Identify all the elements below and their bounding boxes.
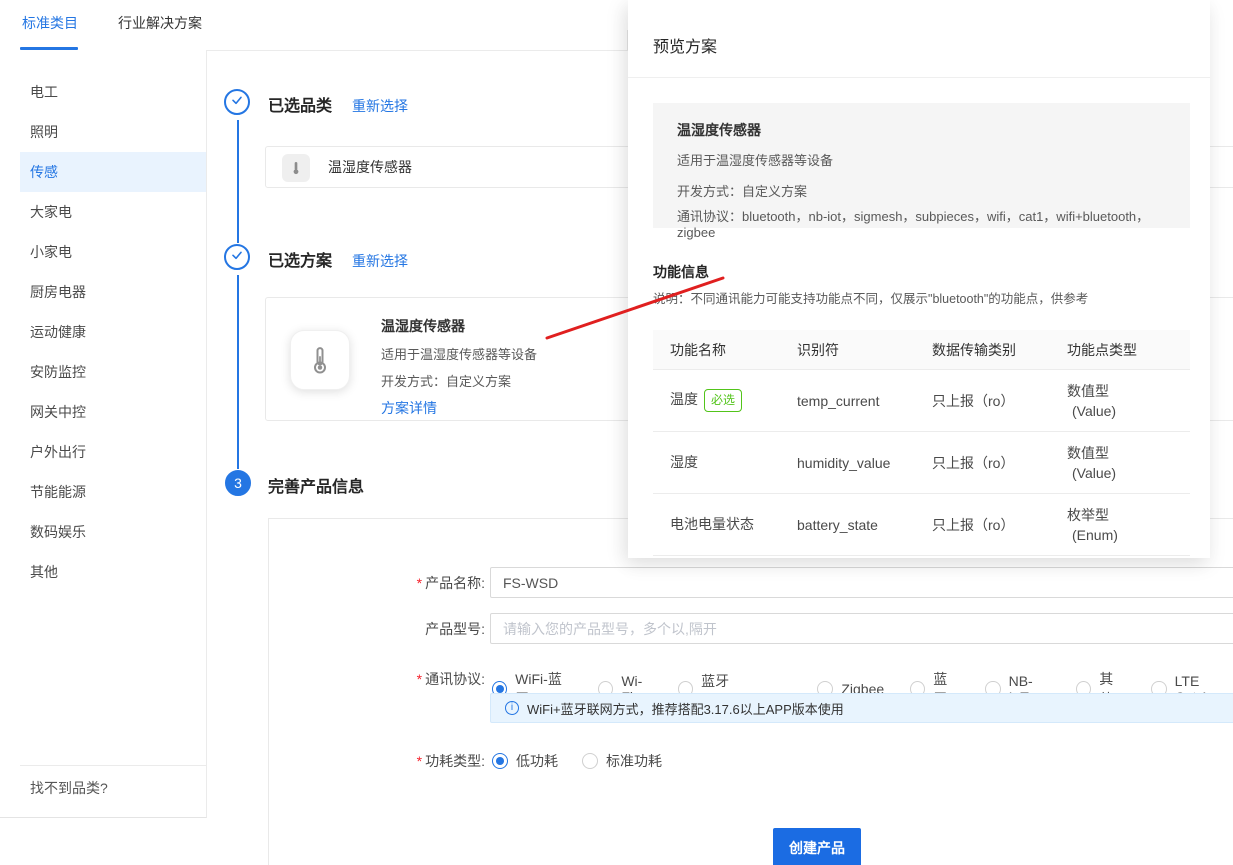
power-type-label: *功耗类型:: [320, 751, 485, 771]
sidebar-item-gateway[interactable]: 网关中控: [0, 392, 206, 432]
step1-title: 已选品类: [268, 92, 332, 116]
info-icon: i: [505, 701, 519, 715]
step2-title: 已选方案: [268, 247, 332, 271]
radio-low-power[interactable]: 低功耗: [492, 751, 558, 771]
radio-selected-icon: [492, 753, 508, 769]
tab-industry-solution[interactable]: 行业解决方案: [118, 13, 202, 33]
product-name-input[interactable]: [490, 567, 1233, 598]
summary-desc: 适用于温湿度传感器等设备: [677, 150, 1166, 169]
protocol-label: *通讯协议:: [320, 669, 485, 689]
sidebar-item-security[interactable]: 安防监控: [0, 352, 206, 392]
drawer-divider: [628, 77, 1210, 78]
protocol-tip-banner: i WiFi+蓝牙联网方式，推荐搭配3.17.6以上APP版本使用: [490, 693, 1233, 723]
solution-detail-link[interactable]: 方案详情: [381, 398, 537, 418]
solution-dev-mode: 开发方式：自定义方案: [381, 371, 537, 390]
solution-name: 温湿度传感器: [381, 316, 537, 336]
sidebar-item-outdoor[interactable]: 户外出行: [0, 432, 206, 472]
preview-drawer: 预览方案 温湿度传感器 适用于温湿度传感器等设备 开发方式：自定义方案 通讯协议…: [628, 0, 1210, 558]
step-connector: [237, 120, 239, 243]
table-row: 电池电量状态 battery_state 只上报（ro） 枚举型(Enum): [653, 494, 1190, 556]
product-model-label: 产品型号:: [320, 619, 485, 639]
step3-number-circle: 3: [225, 470, 251, 496]
function-info-note: 说明：不同通讯能力可能支持功能点不同，仅展示"bluetooth"的功能点，供参…: [653, 288, 1088, 307]
protocol-tip-text: WiFi+蓝牙联网方式，推荐搭配3.17.6以上APP版本使用: [527, 699, 844, 718]
sidebar-item-energy[interactable]: 节能能源: [0, 472, 206, 512]
sidebar-item-digital-entertainment[interactable]: 数码娱乐: [0, 512, 206, 552]
summary-name: 温湿度传感器: [677, 120, 1166, 140]
table-header-row: 功能名称 识别符 数据传输类别 功能点类型: [653, 330, 1190, 370]
sidebar-item-sensor[interactable]: 传感: [20, 152, 206, 192]
summary-dev-mode: 开发方式：自定义方案: [677, 181, 1166, 200]
solution-summary-box: 温湿度传感器 适用于温湿度传感器等设备 开发方式：自定义方案 通讯协议：blue…: [653, 103, 1190, 228]
required-asterisk: *: [417, 753, 422, 769]
thermometer-icon: [282, 154, 310, 182]
selected-category-name: 温湿度传感器: [328, 147, 412, 189]
summary-protocols: 通讯协议：bluetooth，nb-iot，sigmesh，subpieces，…: [677, 206, 1166, 240]
check-icon: [229, 92, 245, 113]
category-not-found-link[interactable]: 找不到品类?: [30, 778, 108, 798]
tab-standard-category[interactable]: 标准类目: [22, 13, 78, 33]
step-connector: [237, 275, 239, 469]
sidebar-item-small-appliance[interactable]: 小家电: [0, 232, 206, 272]
drawer-title: 预览方案: [653, 33, 717, 57]
required-asterisk: *: [417, 671, 422, 687]
sidebar-item-sport-health[interactable]: 运动健康: [0, 312, 206, 352]
solution-desc: 适用于温湿度传感器等设备: [381, 344, 537, 363]
sidebar-footer-divider: [20, 765, 207, 766]
step3-number: 3: [234, 475, 242, 491]
power-type-radio-group: 低功耗 标准功耗: [492, 751, 662, 771]
create-product-button[interactable]: 创建产品: [773, 828, 861, 865]
check-icon: [229, 247, 245, 268]
required-badge: 必选: [704, 389, 742, 412]
sidebar-item-others[interactable]: 其他: [0, 552, 206, 592]
radio-standard-power[interactable]: 标准功耗: [582, 751, 662, 771]
sidebar-item-lighting[interactable]: 照明: [0, 112, 206, 152]
category-sidebar: 电工 照明 传感 大家电 小家电 厨房电器 运动健康 安防监控 网关中控 户外出…: [0, 50, 207, 818]
thermometer-icon: [290, 330, 350, 390]
step1-reselect-link[interactable]: 重新选择: [352, 96, 408, 116]
product-name-label: *产品名称:: [320, 573, 485, 593]
function-info-title: 功能信息: [653, 262, 709, 282]
table-row: 温度必选 temp_current 只上报（ro） 数值型(Value): [653, 370, 1190, 432]
sidebar-item-electrical[interactable]: 电工: [0, 72, 206, 112]
table-row: 湿度 humidity_value 只上报（ro） 数值型(Value): [653, 432, 1190, 494]
step1-check-circle: [224, 89, 250, 115]
sidebar-item-large-appliance[interactable]: 大家电: [0, 192, 206, 232]
sidebar-item-kitchen-appliance[interactable]: 厨房电器: [0, 272, 206, 312]
datapoint-table: 功能名称 识别符 数据传输类别 功能点类型 温度必选 temp_current …: [653, 330, 1190, 556]
product-model-input[interactable]: [490, 613, 1233, 644]
step2-reselect-link[interactable]: 重新选择: [352, 251, 408, 271]
required-asterisk: *: [417, 575, 422, 591]
step2-check-circle: [224, 244, 250, 270]
radio-icon: [582, 753, 598, 769]
step3-title: 完善产品信息: [268, 473, 364, 497]
screen: 标准类目 行业解决方案 电工 照明 传感 大家电 小家电 厨房电器 运动健康 安…: [0, 0, 1233, 865]
